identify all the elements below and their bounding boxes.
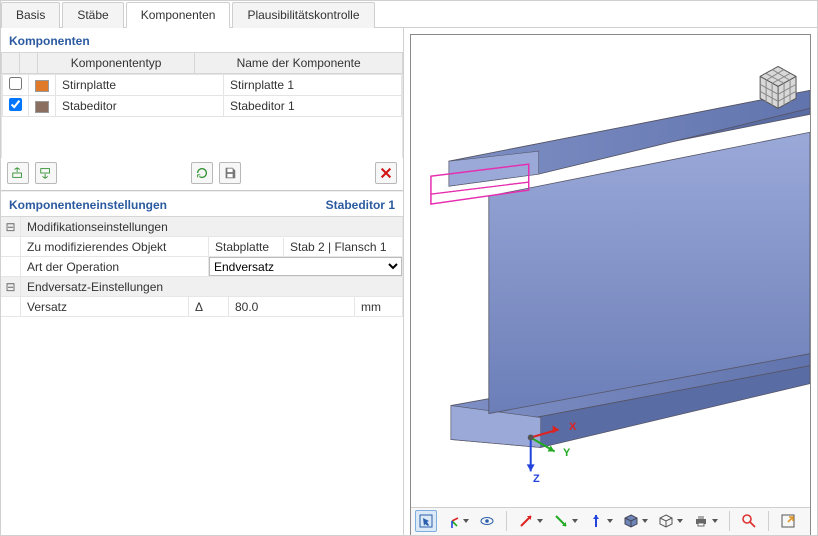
search-button[interactable] [738,510,760,532]
col-type: Komponententyp [38,53,195,74]
chevron-down-icon [537,519,543,523]
label-operation: Art der Operation [21,257,209,276]
3d-viewport[interactable]: X Y Z [411,35,810,507]
view-x-button[interactable] [515,510,546,532]
col-color [20,53,38,74]
insert-row-below-button[interactable] [35,162,57,184]
label-object: Zu modifizierendes Objekt [21,237,209,256]
viewer-toolbar [411,507,810,535]
chevron-down-icon [712,519,718,523]
col-name: Name der Komponente [195,53,403,74]
isometric-view-button[interactable] [620,510,651,532]
color-swatch [35,80,49,92]
render-style-button[interactable] [655,510,686,532]
chevron-down-icon [642,519,648,523]
print-button[interactable] [690,510,721,532]
chevron-down-icon [607,519,613,523]
operation-select[interactable]: Endversatz [209,257,402,276]
components-title: Komponenten [1,28,403,52]
chevron-down-icon [572,519,578,523]
cell-name: Stirnplatte 1 [224,75,402,96]
new-window-button[interactable] [777,510,799,532]
tab-basis[interactable]: Basis [1,2,60,28]
chevron-down-icon [677,519,683,523]
beam-render [411,35,810,507]
col-check [2,53,20,74]
cell-name: Stabeditor 1 [224,96,402,117]
refresh-button[interactable] [191,162,213,184]
collapse-toggle[interactable]: ⊟ [1,277,21,296]
left-panel: Komponenten Komponententyp Name der Komp… [1,28,404,535]
right-panel: X Y Z [404,28,817,535]
row-checkbox[interactable] [9,77,22,90]
tab-bar: Basis Stäbe Komponenten Plausibilitätsko… [1,1,817,28]
delta-symbol: Δ [189,297,229,316]
view-y-button[interactable] [550,510,581,532]
save-button[interactable] [219,162,241,184]
label-offset: Versatz [21,297,189,316]
cell-type: Stirnplatte [56,75,224,96]
axis-z-label: Z [533,473,540,485]
axis-y-label: Y [563,447,570,459]
components-toolbar [1,158,403,191]
settings-title-label: Komponenteneinstellungen [9,198,167,212]
offset-value[interactable]: 80.0 [229,297,355,316]
view-z-button[interactable] [585,510,616,532]
section-endversatz: Endversatz-Einstellungen [21,277,403,296]
chevron-down-icon [463,519,469,523]
section-modifikation: Modifikationseinstellungen [21,217,403,236]
view-eye-button[interactable] [476,510,498,532]
collapse-toggle[interactable]: ⊟ [1,217,21,236]
components-table: Komponententyp Name der Komponente [1,52,403,74]
viewer-frame: X Y Z [410,34,811,535]
axis-x-label: X [569,421,576,433]
insert-row-above-button[interactable] [7,162,29,184]
offset-unit: mm [355,297,403,316]
tab-staebe[interactable]: Stäbe [62,2,123,28]
settings-current-component: Stabeditor 1 [326,198,395,212]
settings-header: Komponenteneinstellungen Stabeditor 1 [1,191,403,216]
cell-type: Stabeditor [56,96,224,117]
app-window: Basis Stäbe Komponenten Plausibilitätsko… [0,0,818,536]
settings-grid: ⊟ Modifikationseinstellungen Zu modifizi… [1,216,403,317]
row-checkbox[interactable] [9,98,22,111]
table-row[interactable]: Stirnplatte Stirnplatte 1 [3,75,402,96]
tab-plausibilitaet[interactable]: Plausibilitätskontrolle [232,2,374,28]
delete-button[interactable] [375,162,397,184]
value-object[interactable]: Stabplatte Stab 2 | Flansch 1 [209,237,403,256]
tab-komponenten[interactable]: Komponenten [126,2,231,28]
axis-triad-button[interactable] [441,510,472,532]
color-swatch [35,101,49,113]
select-mode-button[interactable] [415,510,437,532]
table-row[interactable]: Stabeditor Stabeditor 1 [3,96,402,117]
